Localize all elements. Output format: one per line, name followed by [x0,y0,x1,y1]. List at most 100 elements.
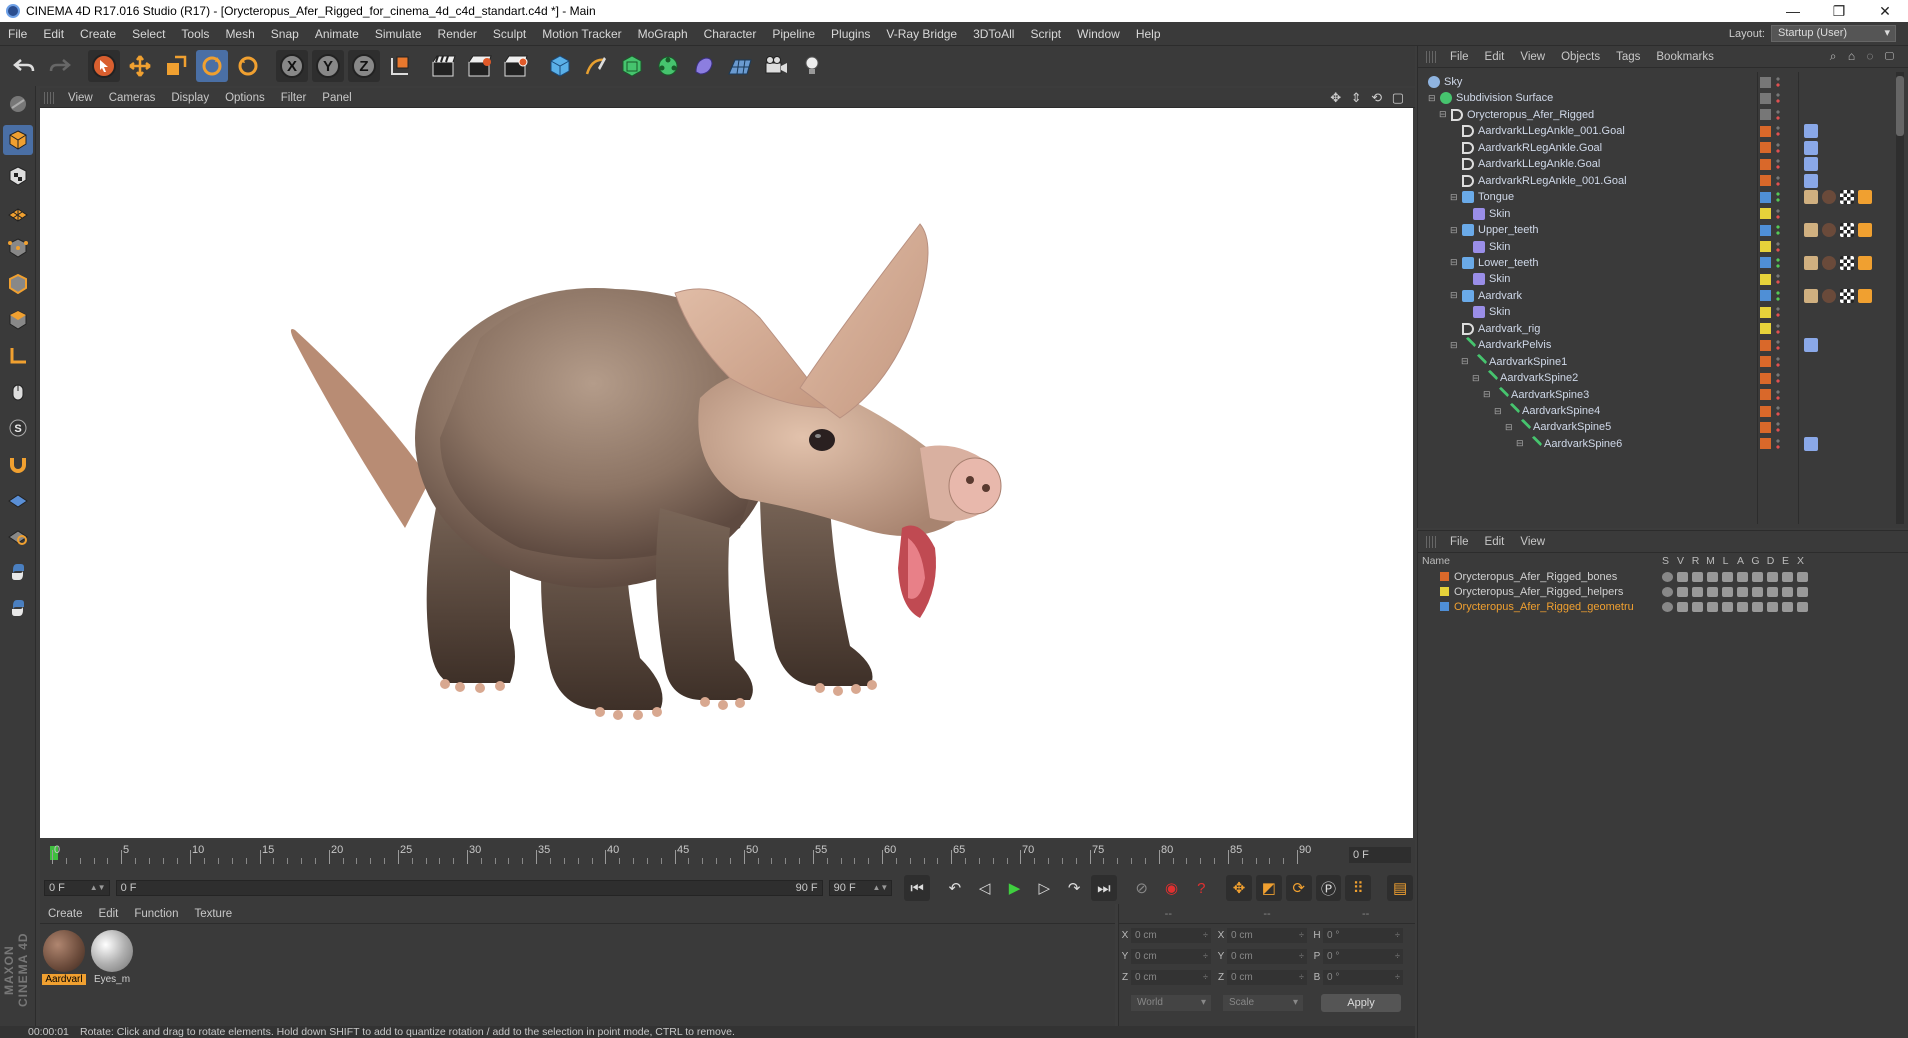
layer-color-swatch[interactable] [1760,109,1771,121]
tweak-mode-icon[interactable] [3,377,33,407]
layer-color-swatch[interactable] [1760,372,1771,384]
uv-tag-icon[interactable] [1804,190,1818,205]
layer-flag-column-l[interactable]: L [1718,555,1733,567]
x-axis-lock[interactable]: X [276,50,308,82]
wgt-tag-icon[interactable] [1858,190,1872,205]
render-picture-viewer-icon[interactable] [464,50,496,82]
layer-flag-toggle-icon[interactable] [1677,571,1688,582]
texture-mode-icon[interactable] [3,161,33,191]
coordinate-value-field[interactable]: 0 cm [1227,927,1307,943]
layer-color-swatch[interactable] [1760,405,1771,417]
grid-snap-icon[interactable] [3,521,33,551]
object-menu-bookmarks[interactable]: Bookmarks [1648,51,1722,63]
previous-frame-button[interactable]: ◁ [972,875,998,901]
layer-flag-column-x[interactable]: X [1793,555,1808,567]
menu-v-ray-bridge[interactable]: V-Ray Bridge [878,27,965,41]
layer-flag-toggle-icon[interactable] [1767,571,1778,582]
object-menu-edit[interactable]: Edit [1477,51,1513,63]
expand-toggle-icon[interactable]: ⊟ [1483,389,1491,400]
viewport-navigation-icons[interactable]: ✥ ⇕ ⟲ ▢ [1330,90,1415,106]
minimize-button[interactable]: — [1770,3,1816,19]
record-keys-button[interactable]: ⊘ [1129,875,1155,901]
layer-flag-column-e[interactable]: E [1778,555,1793,567]
layer-flag-column-v[interactable]: V [1673,555,1688,567]
layer-color-swatch[interactable] [1760,158,1771,170]
chk-tag-icon[interactable] [1840,190,1854,205]
visibility-dots-icon[interactable] [1776,388,1780,401]
keyframe-selection-button[interactable]: ? [1188,875,1214,901]
coordinate-value-field[interactable]: 0 cm [1131,969,1211,985]
go-to-end-button[interactable]: ⏭ [1091,875,1117,901]
coordinate-mode-dropdown[interactable]: World [1131,995,1211,1011]
coordinate-system-icon[interactable] [384,50,416,82]
viewport-menu-filter[interactable]: Filter [273,92,315,104]
menu-character[interactable]: Character [696,27,765,41]
layer-color-swatch[interactable] [1760,125,1771,137]
size-mode-dropdown[interactable]: Scale [1223,995,1303,1011]
object-menu-tags[interactable]: Tags [1608,51,1648,63]
object-menu-objects[interactable]: Objects [1553,51,1608,63]
layer-flag-toggle-icon[interactable] [1767,601,1778,612]
visibility-dots-icon[interactable] [1776,174,1780,187]
frame-range-slider[interactable]: 0 F 90 F [115,880,823,896]
layer-flag-toggle-icon[interactable] [1722,601,1733,612]
layer-color-swatch[interactable] [1760,175,1771,187]
expand-toggle-icon[interactable]: ⊟ [1450,290,1458,301]
visibility-dots-icon[interactable] [1776,421,1780,434]
menu-create[interactable]: Create [72,27,124,41]
recent-tool[interactable] [232,50,264,82]
visibility-dots-icon[interactable] [1776,108,1780,121]
model-mode-icon[interactable] [3,125,33,155]
layer-menu-file[interactable]: File [1442,536,1477,548]
layer-flag-column-s[interactable]: S [1658,555,1673,567]
visibility-dots-icon[interactable] [1776,158,1780,171]
mat-tag-icon[interactable] [1822,190,1836,205]
menu-edit[interactable]: Edit [35,27,72,41]
expand-toggle-icon[interactable]: ⊟ [1428,93,1436,104]
visibility-dots-icon[interactable] [1776,92,1780,105]
layer-flag-toggle-icon[interactable] [1662,601,1673,612]
mat-tag-icon[interactable] [1822,223,1836,238]
layer-color-swatch[interactable] [1760,208,1771,220]
layer-flag-toggle-icon[interactable] [1752,586,1763,597]
object-list-scrollbar[interactable] [1896,72,1904,524]
current-frame-field[interactable]: 0 F [1349,847,1411,863]
coordinate-value-field[interactable]: 0 cm [1227,969,1307,985]
menu-mograph[interactable]: MoGraph [630,27,696,41]
visibility-dots-icon[interactable] [1776,355,1780,368]
ik-tag-icon[interactable] [1804,124,1818,139]
object-manager-tools-icons[interactable]: ⌕ ⌂ ◌ ▢ [1830,49,1908,64]
layer-color-swatch[interactable] [1760,142,1771,154]
menu-help[interactable]: Help [1128,27,1169,41]
visibility-dots-icon[interactable] [1776,372,1780,385]
layer-color-swatch[interactable] [1760,92,1771,104]
axis-mode-icon[interactable] [3,341,33,371]
layer-flag-toggle-icon[interactable] [1752,601,1763,612]
viewport-menu-display[interactable]: Display [163,92,217,104]
menu-window[interactable]: Window [1069,27,1128,41]
layer-flag-toggle-icon[interactable] [1707,571,1718,582]
expand-toggle-icon[interactable]: ⊟ [1505,422,1513,433]
viewport-menu-cameras[interactable]: Cameras [101,92,164,104]
autokey-button[interactable]: ◉ [1159,875,1185,901]
menu-simulate[interactable]: Simulate [367,27,430,41]
next-key-button[interactable]: ↷ [1061,875,1087,901]
material-menu-edit[interactable]: Edit [91,908,127,920]
uv-tag-icon[interactable] [1804,223,1818,238]
menu-sculpt[interactable]: Sculpt [485,27,534,41]
expand-toggle-icon[interactable]: ⊟ [1472,373,1480,384]
menu-snap[interactable]: Snap [263,27,307,41]
z-axis-lock[interactable]: Z [348,50,380,82]
layer-flag-toggle-icon[interactable] [1662,586,1673,597]
scale-key-icon[interactable]: ◩ [1255,875,1282,901]
expand-toggle-icon[interactable]: ⊟ [1494,406,1502,417]
visibility-dots-icon[interactable] [1776,141,1780,154]
coordinate-value-field[interactable]: 0 cm [1227,948,1307,964]
ik-tag-icon[interactable] [1804,157,1818,172]
menu-tools[interactable]: Tools [173,27,217,41]
layer-flag-toggle-icon[interactable] [1677,586,1688,597]
wgt-tag-icon[interactable] [1858,255,1872,270]
snap-icon[interactable]: S [3,413,33,443]
python-script-icon[interactable] [3,557,33,587]
layer-color-swatch[interactable] [1760,257,1771,269]
